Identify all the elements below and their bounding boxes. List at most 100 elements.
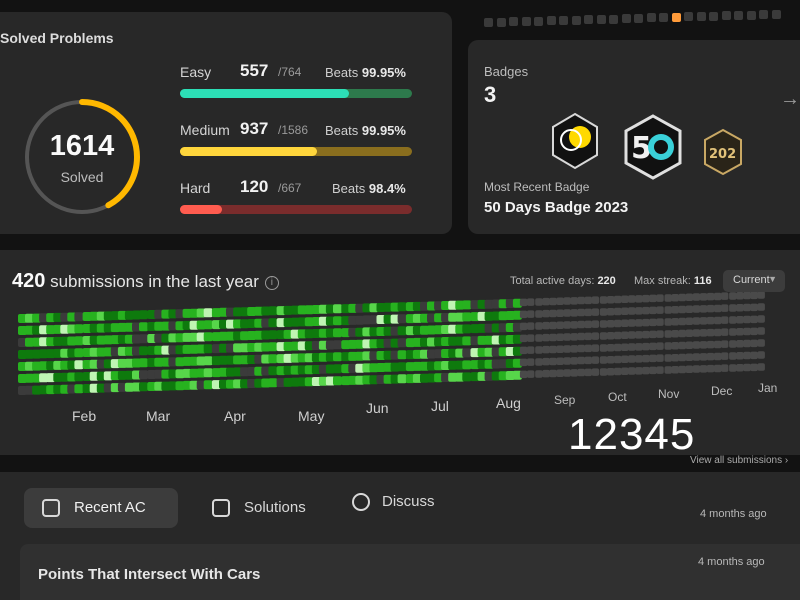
heatmap-cell[interactable] [649, 342, 657, 351]
heatmap-cell[interactable] [757, 303, 765, 311]
heatmap-cell[interactable] [397, 362, 407, 372]
tab-discuss[interactable]: Discuss [352, 482, 462, 522]
heatmap-cell[interactable] [729, 352, 737, 360]
heatmap-cell[interactable] [671, 306, 680, 314]
heatmap-cell[interactable] [584, 308, 593, 317]
heatmap-cell[interactable] [699, 353, 708, 361]
heatmap-cell[interactable] [729, 304, 737, 312]
heatmap-cell[interactable] [591, 368, 600, 376]
heatmap-cell[interactable] [556, 333, 564, 342]
heatmap-cell[interactable] [591, 296, 600, 304]
heatmap-cell[interactable] [685, 305, 694, 314]
heatmap-cell[interactable] [656, 318, 664, 326]
heatmap-cell[interactable] [729, 292, 737, 300]
50-days-badge-icon[interactable]: 5 [623, 114, 683, 180]
heatmap-cell[interactable] [757, 363, 765, 371]
heatmap-cell[interactable] [563, 333, 571, 341]
heatmap-cell[interactable] [685, 293, 694, 302]
heatmap-cell[interactable] [628, 355, 636, 363]
heatmap-cell[interactable] [139, 382, 148, 392]
heatmap-cell[interactable] [542, 357, 550, 366]
heatmap-cell[interactable] [462, 372, 472, 382]
heatmap-cell[interactable] [526, 334, 535, 342]
heatmap-cell[interactable] [584, 356, 593, 365]
heatmap-cell[interactable] [203, 308, 213, 318]
heatmap-cell[interactable] [621, 355, 629, 364]
heatmap-cell[interactable] [656, 354, 664, 362]
heatmap-cell[interactable] [692, 365, 701, 373]
heatmap-cell[interactable] [729, 364, 737, 372]
heatmap-cell[interactable] [706, 352, 715, 361]
heatmap-cell[interactable] [642, 294, 650, 303]
heatmap-cell[interactable] [750, 303, 758, 312]
heatmap-cell[interactable] [621, 319, 629, 328]
heatmap-cell[interactable] [203, 380, 213, 390]
heatmap-cell[interactable] [713, 316, 722, 325]
heatmap-cell[interactable] [556, 369, 564, 378]
heatmap-cell[interactable] [656, 294, 664, 302]
heatmap-cell[interactable] [397, 374, 407, 384]
heatmap-cell[interactable] [720, 304, 729, 312]
heatmap-cell[interactable] [606, 332, 615, 340]
heatmap-cell[interactable] [685, 353, 694, 362]
heatmap-cell[interactable] [750, 327, 758, 336]
heatmap-cell[interactable] [678, 365, 687, 374]
heatmap-cell[interactable] [333, 352, 342, 362]
heatmap-cell[interactable] [757, 315, 765, 323]
heatmap-cell[interactable] [699, 305, 708, 313]
heatmap-cell[interactable] [699, 329, 708, 337]
heatmap-cell[interactable] [577, 332, 586, 341]
heatmap-cell[interactable] [621, 343, 629, 352]
heatmap-cell[interactable] [736, 352, 744, 360]
heatmap-cell[interactable] [519, 370, 528, 379]
heatmap-cell[interactable] [563, 357, 571, 365]
heatmap-cell[interactable] [678, 317, 687, 326]
heatmap-cell[interactable] [542, 333, 550, 342]
heatmap-cell[interactable] [678, 341, 687, 350]
heatmap-cell[interactable] [736, 364, 744, 372]
heatmap-cell[interactable] [635, 307, 643, 315]
heatmap-cell[interactable] [729, 328, 737, 336]
heatmap-cell[interactable] [397, 326, 407, 336]
heatmap-cell[interactable] [656, 342, 664, 350]
heatmap-cell[interactable] [656, 330, 664, 338]
heatmap-cell[interactable] [139, 334, 148, 344]
heatmap-cell[interactable] [584, 344, 593, 353]
2023-badge-icon[interactable]: 202 [702, 128, 744, 176]
heatmap-cell[interactable] [621, 307, 629, 316]
heatmap-cell[interactable] [519, 346, 528, 355]
heatmap-cell[interactable] [203, 344, 213, 354]
heatmap-cell[interactable] [599, 332, 608, 340]
heatmap-cell[interactable] [526, 370, 535, 378]
heatmap-cell[interactable] [635, 331, 643, 339]
tab-solutions[interactable]: Solutions [212, 488, 332, 528]
heatmap-cell[interactable] [333, 304, 342, 314]
heatmap-cell[interactable] [743, 339, 751, 348]
heatmap-cell[interactable] [591, 344, 600, 352]
heatmap-cell[interactable] [599, 368, 608, 376]
heatmap-cell[interactable] [74, 312, 84, 322]
heatmap-cell[interactable] [526, 298, 535, 306]
heatmap-cell[interactable] [556, 321, 564, 330]
heatmap-cell[interactable] [333, 328, 342, 338]
heatmap-cell[interactable] [706, 316, 715, 325]
heatmap-cell[interactable] [397, 350, 407, 360]
heatmap-cell[interactable] [577, 308, 586, 317]
heatmap-cell[interactable] [397, 302, 407, 312]
heatmap-cell[interactable] [720, 328, 729, 336]
heatmap-cell[interactable] [333, 376, 342, 386]
heatmap-cell[interactable] [139, 310, 148, 320]
heatmap-cell[interactable] [549, 345, 557, 354]
heatmap-cell[interactable] [713, 328, 722, 337]
heatmap-cell[interactable] [577, 368, 586, 377]
heatmap-cell[interactable] [628, 343, 636, 351]
heatmap-cell[interactable] [720, 292, 729, 300]
heatmap-cell[interactable] [599, 296, 608, 304]
heatmap-cell[interactable] [139, 322, 148, 332]
heatmap-cell[interactable] [692, 305, 701, 313]
heatmap-cell[interactable] [577, 344, 586, 353]
heatmap-cell[interactable] [462, 336, 472, 346]
heatmap-cell[interactable] [519, 322, 528, 331]
heatmap-cell[interactable] [750, 291, 758, 300]
heatmap-cell[interactable] [519, 310, 528, 319]
